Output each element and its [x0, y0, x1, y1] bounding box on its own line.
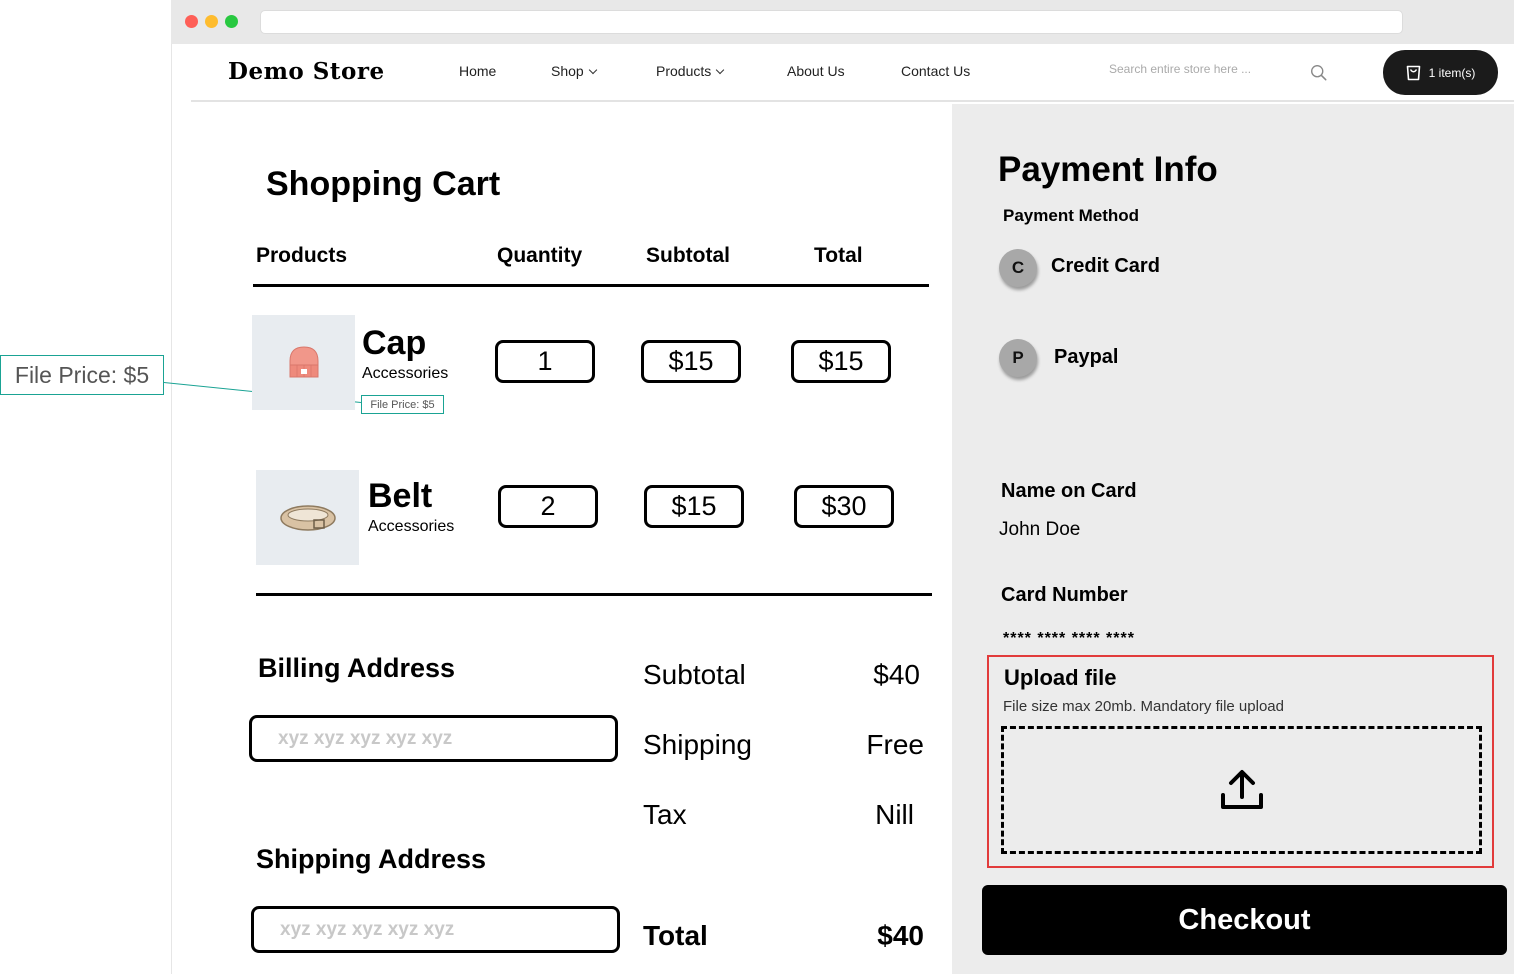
browser-toolbar — [171, 0, 1514, 44]
summary-shipping-label: Shipping — [643, 729, 752, 760]
upload-icon — [1220, 770, 1263, 809]
cart-title: Shopping Cart — [266, 165, 501, 203]
column-header-subtotal: Subtotal — [646, 244, 730, 267]
chevron-down-icon — [588, 65, 597, 75]
nav-shop-label: Shop — [551, 63, 584, 79]
quantity-field-cap[interactable]: 1 — [495, 340, 595, 383]
summary-tax-label: Tax — [643, 799, 687, 830]
nav-contact-us[interactable]: Contact Us — [901, 63, 970, 79]
summary-total-value: $40 — [877, 920, 924, 951]
product-name-belt[interactable]: Belt — [368, 477, 432, 516]
belt-image — [279, 504, 336, 531]
site-header: Demo Store Home Shop Products About Us C… — [191, 44, 1514, 102]
file-dropzone[interactable] — [1001, 726, 1482, 854]
nav-home[interactable]: Home — [459, 63, 496, 79]
cart-count-label: 1 item(s) — [1428, 65, 1476, 80]
product-name-cap[interactable]: Cap — [362, 324, 426, 363]
name-on-card-field[interactable]: John Doe — [999, 519, 1080, 541]
paypal-radio[interactable]: P — [999, 339, 1037, 377]
maximize-window-button[interactable] — [225, 15, 238, 28]
payment-info-title: Payment Info — [998, 150, 1218, 189]
upload-title: Upload file — [1004, 665, 1117, 690]
nav-products-label: Products — [656, 63, 712, 79]
store-logo[interactable]: Demo Store — [228, 58, 385, 85]
belt-thumbnail[interactable] — [256, 470, 359, 565]
card-number-field[interactable]: **** **** **** **** — [1003, 630, 1135, 648]
subtotal-belt: $15 — [644, 485, 744, 528]
column-header-products: Products — [256, 244, 348, 267]
summary-total-label: Total — [643, 920, 708, 951]
billing-address-input[interactable] — [249, 715, 618, 762]
name-on-card-label: Name on Card — [1001, 480, 1137, 502]
checkout-button[interactable]: Checkout — [982, 885, 1507, 955]
product-category-cap: Accessories — [362, 365, 449, 382]
file-price-tag: File Price: $5 — [361, 395, 444, 414]
items-divider — [256, 593, 932, 596]
product-category-belt: Accessories — [368, 518, 455, 535]
nav-products[interactable]: Products — [656, 63, 725, 79]
summary-subtotal-value: $40 — [873, 659, 920, 690]
column-header-quantity: Quantity — [497, 244, 583, 267]
credit-card-radio[interactable]: C — [999, 249, 1037, 287]
file-price-callout: File Price: $5 — [0, 355, 164, 395]
total-belt: $30 — [794, 485, 894, 528]
credit-card-label[interactable]: Credit Card — [1051, 255, 1160, 278]
search-input[interactable] — [1109, 62, 1259, 76]
cap-thumbnail[interactable] — [252, 315, 355, 410]
nav-about-us[interactable]: About Us — [787, 63, 845, 79]
billing-address-title: Billing Address — [258, 653, 456, 683]
cart-icon — [1406, 65, 1420, 80]
upload-hint: File size max 20mb. Mandatory file uploa… — [1003, 698, 1284, 715]
payment-method-label: Payment Method — [1003, 206, 1140, 225]
close-window-button[interactable] — [185, 15, 198, 28]
paypal-label[interactable]: Paypal — [1054, 346, 1118, 369]
shipping-address-title: Shipping Address — [256, 844, 487, 874]
minimize-window-button[interactable] — [205, 15, 218, 28]
total-cap: $15 — [791, 340, 891, 383]
summary-subtotal-label: Subtotal — [643, 659, 746, 690]
shipping-address-input[interactable] — [251, 906, 620, 953]
nav-shop[interactable]: Shop — [551, 63, 597, 79]
column-header-total: Total — [814, 244, 863, 267]
summary-tax-value: Nill — [875, 799, 914, 830]
cap-image — [289, 345, 318, 377]
header-divider — [253, 284, 929, 287]
quantity-field-belt[interactable]: 2 — [498, 485, 598, 528]
search-icon[interactable] — [1310, 64, 1327, 81]
subtotal-cap: $15 — [641, 340, 741, 383]
chevron-down-icon — [716, 65, 725, 75]
cart-button[interactable]: 1 item(s) — [1383, 50, 1498, 95]
address-bar[interactable] — [260, 10, 1403, 34]
card-number-label: Card Number — [1001, 584, 1128, 606]
summary-shipping-value: Free — [866, 729, 924, 760]
